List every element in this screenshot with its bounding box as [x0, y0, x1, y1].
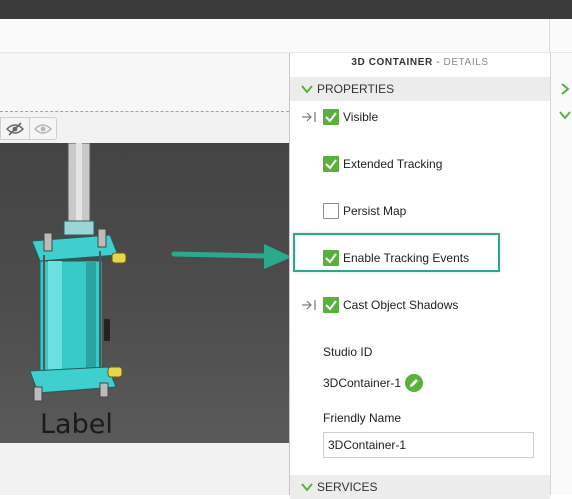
studio-id-row: 3DContainer-1: [323, 374, 424, 392]
edit-studio-id-button[interactable]: [405, 374, 424, 392]
services-section-header[interactable]: SERVICES: [290, 475, 550, 499]
hide-icon: [6, 121, 24, 136]
canvas-area[interactable]: Label: [0, 53, 289, 495]
persist-map-checkbox[interactable]: [323, 203, 339, 219]
visibility-toggle-group: [0, 117, 57, 140]
visible-checkbox[interactable]: [323, 109, 339, 125]
panel-title: 3D CONTAINER - DETAILS: [351, 57, 489, 68]
chevron-down-icon: [301, 483, 313, 492]
3d-viewport[interactable]: [0, 143, 289, 443]
persist-map-label: Persist Map: [343, 204, 407, 218]
cast-object-shadows-checkbox[interactable]: [323, 297, 339, 313]
studio-id-value: 3DContainer-1: [323, 376, 402, 390]
toolbar-divider: [549, 19, 550, 52]
selection-dashed-line: [0, 111, 289, 112]
hide-button[interactable]: [0, 117, 30, 140]
binding-arrow-icon[interactable]: [301, 299, 317, 311]
visible-label: Visible: [343, 110, 379, 124]
extended-tracking-label: Extended Tracking: [343, 157, 443, 171]
eye-icon: [34, 123, 52, 134]
services-label: SERVICES: [317, 480, 378, 494]
cast-object-shadows-label: Cast Object Shadows: [343, 298, 459, 312]
annotation-highlight-box: [293, 233, 500, 272]
chevron-down-icon[interactable]: [559, 109, 571, 121]
toolbar: [0, 19, 572, 53]
annotation-arrow-icon: [171, 244, 292, 269]
binding-arrow-icon[interactable]: [301, 111, 317, 123]
canvas-top-area: [0, 53, 289, 112]
pneumatic-cylinder-model[interactable]: [0, 143, 289, 443]
pencil-icon: [410, 379, 419, 387]
chevron-down-icon: [301, 85, 313, 94]
properties-label: PROPERTIES: [317, 82, 395, 96]
friendly-name-input[interactable]: 3DContainer-1: [323, 432, 534, 458]
extended-tracking-checkbox[interactable]: [323, 156, 339, 172]
top-bar: [0, 0, 572, 19]
details-panel: 3D CONTAINER - DETAILS PROPERTIES Visibl…: [290, 53, 550, 499]
canvas-label-widget[interactable]: Label: [40, 409, 113, 440]
studio-id-label: Studio ID: [323, 345, 373, 359]
properties-section-header[interactable]: PROPERTIES: [290, 77, 550, 101]
right-collapsed-panel: [550, 53, 572, 495]
friendly-name-label: Friendly Name: [323, 411, 402, 425]
chevron-right-icon[interactable]: [559, 83, 571, 95]
show-button[interactable]: [29, 117, 57, 140]
